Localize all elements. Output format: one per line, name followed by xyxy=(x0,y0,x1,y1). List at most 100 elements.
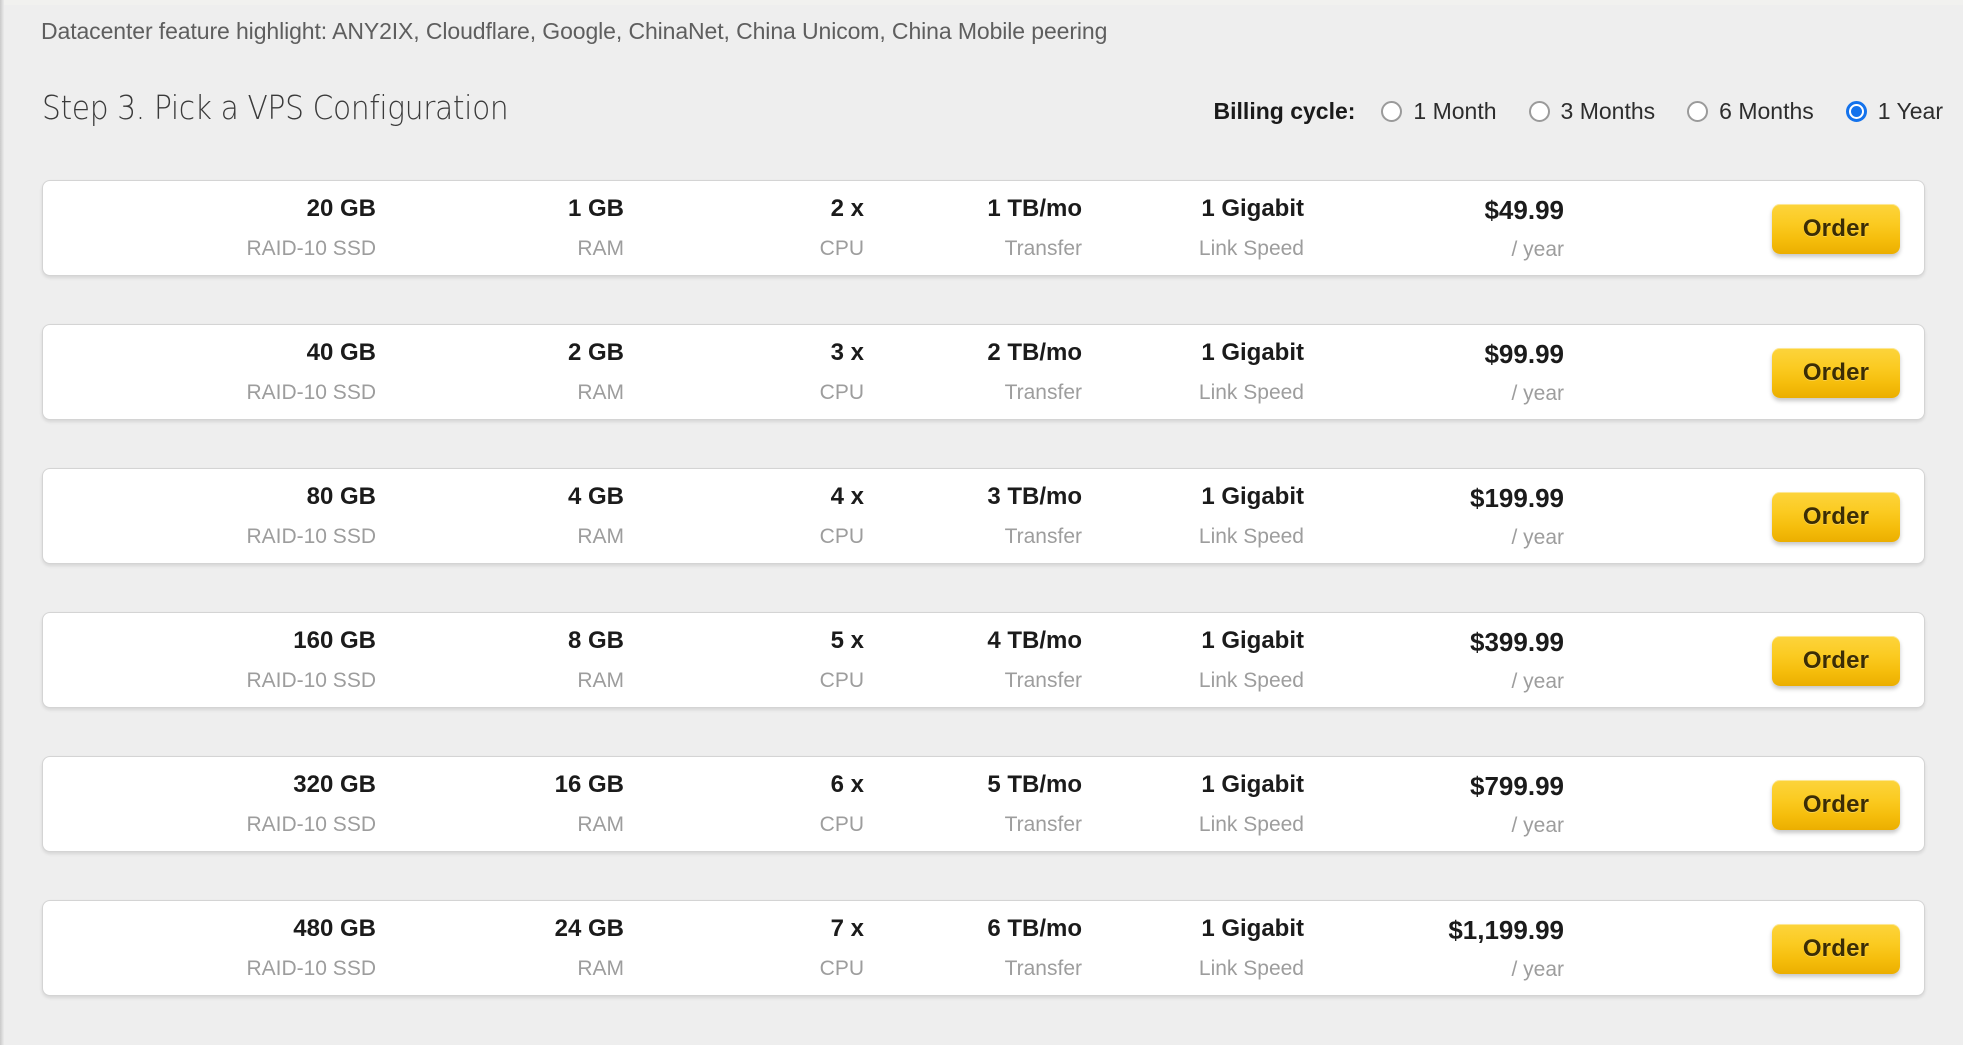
plan-cpu-value: 5 x xyxy=(830,627,864,654)
plan-price-value: $199.99 xyxy=(1470,482,1564,513)
plan-link-speed-value: 1 Gigabit xyxy=(1201,627,1304,654)
plan-transfer-spec: 2 TB/mo Transfer xyxy=(987,339,1082,404)
plan-transfer-spec: 6 TB/mo Transfer xyxy=(987,917,1082,980)
plan-ram-value: 1 GB xyxy=(567,195,624,222)
plan-price-spec: $99.99 / year xyxy=(1484,341,1564,404)
plan-cpu-spec: 2 x CPU xyxy=(819,197,864,260)
radio-circle-icon[interactable] xyxy=(1687,100,1709,122)
order-button[interactable]: Order xyxy=(1772,924,1900,974)
plan-price-period: / year xyxy=(1511,381,1564,405)
plan-ram-value: 16 GB xyxy=(554,771,624,798)
plan-transfer-label: Transfer xyxy=(1004,237,1082,260)
plan-cpu-value: 6 x xyxy=(830,771,864,798)
plan-transfer-spec: 4 TB/mo Transfer xyxy=(987,627,1082,692)
plan-transfer-spec: 1 TB/mo Transfer xyxy=(987,197,1082,260)
billing-option-1-month[interactable]: 1 Month xyxy=(1381,98,1497,125)
order-button[interactable]: Order xyxy=(1772,204,1900,254)
plan-link-speed-label: Link Speed xyxy=(1198,813,1304,836)
plan-price-spec: $1,199.99 / year xyxy=(1448,917,1564,980)
plan-price-value: $49.99 xyxy=(1484,194,1564,225)
plan-row[interactable]: 80 GB RAID-10 SSD 4 GB RAM 4 x CPU 3 TB/… xyxy=(42,468,1925,564)
billing-option-label: 1 Year xyxy=(1877,97,1943,124)
plan-transfer-value: 2 TB/mo xyxy=(987,339,1082,366)
order-button[interactable]: Order xyxy=(1772,636,1900,686)
plan-cpu-label: CPU xyxy=(819,381,864,404)
billing-option-label: 6 Months xyxy=(1719,97,1814,124)
plan-ram-label: RAM xyxy=(577,381,624,404)
plan-link-speed-value: 1 Gigabit xyxy=(1201,483,1304,510)
plan-transfer-value: 5 TB/mo xyxy=(987,771,1082,798)
plan-ram-spec: 24 GB RAM xyxy=(555,917,624,980)
plan-disk-spec: 20 GB RAID-10 SSD xyxy=(246,197,376,260)
plan-transfer-label: Transfer xyxy=(1004,381,1082,404)
plan-cpu-spec: 3 x CPU xyxy=(819,339,864,404)
plan-transfer-value: 4 TB/mo xyxy=(987,627,1082,654)
plan-ram-label: RAM xyxy=(577,669,624,692)
plan-transfer-label: Transfer xyxy=(1004,525,1082,548)
radio-circle-selected-icon[interactable] xyxy=(1845,100,1867,122)
order-button[interactable]: Order xyxy=(1772,492,1900,542)
plan-row[interactable]: 480 GB RAID-10 SSD 24 GB RAM 7 x CPU 6 T… xyxy=(42,900,1925,996)
plan-link-speed-spec: 1 Gigabit Link Speed xyxy=(1199,917,1304,980)
radio-circle-icon[interactable] xyxy=(1381,100,1403,122)
plan-price-value: $1,199.99 xyxy=(1448,914,1564,945)
plan-transfer-label: Transfer xyxy=(1004,813,1082,836)
order-button[interactable]: Order xyxy=(1772,780,1900,830)
plan-cpu-value: 3 x xyxy=(830,339,864,366)
plan-price-period: / year xyxy=(1511,957,1564,981)
plan-link-speed-label: Link Speed xyxy=(1198,381,1304,404)
order-button[interactable]: Order xyxy=(1772,348,1900,398)
radio-circle-icon[interactable] xyxy=(1528,100,1550,122)
billing-option-6-months[interactable]: 6 Months xyxy=(1687,98,1814,125)
plan-disk-value: 40 GB xyxy=(306,339,376,366)
plan-link-speed-spec: 1 Gigabit Link Speed xyxy=(1198,773,1304,836)
plan-ram-spec: 2 GB RAM xyxy=(567,339,624,404)
plan-ram-spec: 8 GB RAM xyxy=(568,629,624,692)
plan-row[interactable]: 160 GB RAID-10 SSD 8 GB RAM 5 x CPU 4 TB… xyxy=(42,612,1925,708)
plan-disk-value: 320 GB xyxy=(293,771,376,798)
plan-price-period: / year xyxy=(1511,237,1564,261)
plan-row[interactable]: 320 GB RAID-10 SSD 16 GB RAM 6 x CPU 5 T… xyxy=(42,756,1925,852)
plan-price-spec: $799.99 / year xyxy=(1470,773,1564,836)
plan-ram-spec: 1 GB RAM xyxy=(567,195,624,260)
plan-transfer-spec: 5 TB/mo Transfer xyxy=(987,771,1082,836)
plan-cpu-label: CPU xyxy=(819,813,864,836)
vps-plan-list: 20 GB RAID-10 SSD 1 GB RAM 2 x CPU 1 TB/… xyxy=(4,180,1963,996)
billing-option-3-months[interactable]: 3 Months xyxy=(1528,98,1655,125)
plan-cpu-label: CPU xyxy=(819,237,864,260)
plan-ram-label: RAM xyxy=(577,813,624,836)
datacenter-feature-highlight-text: Datacenter feature highlight: ANY2IX, Cl… xyxy=(41,17,1108,44)
plan-price-value: $799.99 xyxy=(1470,770,1564,801)
plan-ram-label: RAM xyxy=(577,957,624,980)
plan-transfer-value: 3 TB/mo xyxy=(987,483,1082,510)
plan-cpu-spec: 6 x CPU xyxy=(819,771,864,836)
plan-ram-value: 4 GB xyxy=(567,483,624,510)
billing-cycle-group: Billing cycle: 1 Month 3 Months 6 Months… xyxy=(1214,94,1943,128)
plan-disk-value: 160 GB xyxy=(293,627,376,654)
plan-disk-label: RAID-10 SSD xyxy=(246,957,376,980)
plan-row[interactable]: 20 GB RAID-10 SSD 1 GB RAM 2 x CPU 1 TB/… xyxy=(42,180,1925,276)
plan-ram-spec: 4 GB RAM xyxy=(567,483,624,548)
plan-link-speed-label: Link Speed xyxy=(1198,525,1304,548)
plan-disk-label: RAID-10 SSD xyxy=(246,669,376,692)
plan-transfer-spec: 3 TB/mo Transfer xyxy=(987,483,1082,548)
plan-disk-value: 480 GB xyxy=(293,915,376,942)
plan-price-spec: $49.99 / year xyxy=(1484,197,1564,260)
plan-price-spec: $399.99 / year xyxy=(1470,629,1564,692)
plan-disk-label: RAID-10 SSD xyxy=(246,381,376,404)
plan-disk-spec: 480 GB RAID-10 SSD xyxy=(246,915,376,980)
plan-disk-spec: 80 GB RAID-10 SSD xyxy=(246,483,376,548)
plan-price-period: / year xyxy=(1511,669,1564,693)
plan-link-speed-label: Link Speed xyxy=(1198,237,1304,260)
plan-disk-value: 80 GB xyxy=(306,483,376,510)
plan-link-speed-spec: 1 Gigabit Link Speed xyxy=(1198,483,1304,548)
plan-disk-spec: 40 GB RAID-10 SSD xyxy=(246,339,376,404)
plan-ram-value: 2 GB xyxy=(567,339,624,366)
plan-cpu-spec: 7 x CPU xyxy=(820,917,864,980)
plan-disk-label: RAID-10 SSD xyxy=(246,237,376,260)
billing-option-1-year[interactable]: 1 Year xyxy=(1845,97,1943,125)
plan-disk-label: RAID-10 SSD xyxy=(246,525,376,548)
plan-row[interactable]: 40 GB RAID-10 SSD 2 GB RAM 3 x CPU 2 TB/… xyxy=(42,324,1925,420)
plan-disk-spec: 160 GB RAID-10 SSD xyxy=(246,627,376,692)
plan-ram-label: RAM xyxy=(577,237,624,260)
